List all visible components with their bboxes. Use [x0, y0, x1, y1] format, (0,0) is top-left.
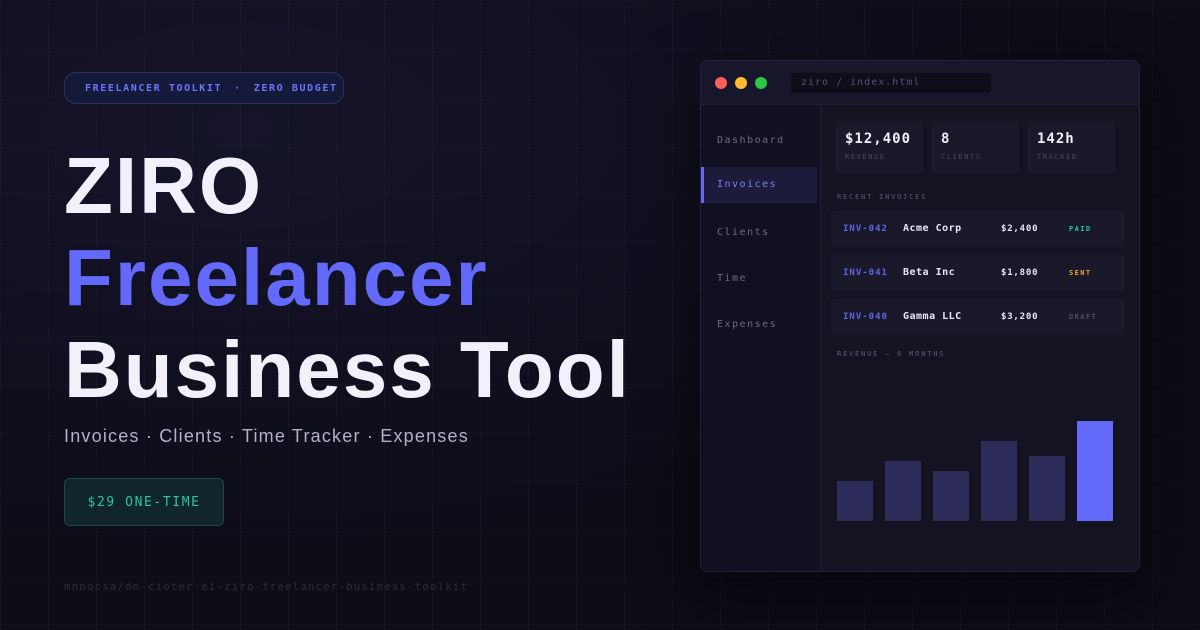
stat-label: REVENUE [845, 153, 886, 161]
sidebar-item-expenses[interactable]: Expenses [701, 307, 817, 343]
tag-separator: · [234, 82, 242, 94]
sidebar: Dashboard Invoices Clients Time Expenses [701, 105, 821, 571]
tag-right: ZERO BUDGET [253, 82, 338, 94]
invoice-amount: $2,400 [1001, 224, 1039, 234]
stat-label: CLIENTS [941, 153, 982, 161]
sidebar-item-time[interactable]: Time [701, 261, 817, 297]
revenue-bar [885, 461, 921, 521]
invoice-id: INV-041 [843, 268, 888, 278]
invoice-status-badge: SENT [1069, 269, 1092, 277]
title-line-3: Business Tool [64, 325, 631, 414]
invoice-row[interactable]: INV-042 Acme Corp $2,400 PAID [831, 211, 1125, 247]
invoice-client: Acme Corp [903, 223, 962, 234]
tag-pill: FREELANCER TOOLKIT · ZERO BUDGET [64, 72, 344, 104]
title-line-2: Freelancer [64, 233, 489, 322]
invoice-row[interactable]: INV-041 Beta Inc $1,800 SENT [831, 255, 1125, 291]
stat-label: TRACKED [1037, 153, 1078, 161]
dashboard-main: $12,400 REVENUE 8 CLIENTS 142h TRACKED R… [831, 105, 1139, 571]
invoice-amount: $3,200 [1001, 312, 1039, 322]
recent-invoices-heading: RECENT INVOICES [837, 193, 928, 201]
stat-card-tracked: 142h TRACKED [1027, 121, 1115, 173]
feature-list: Invoices · Clients · Time Tracker · Expe… [64, 426, 469, 446]
repo-path: mnnocsa/dm-cioter-ei-ziro-freelancer-bus… [64, 580, 468, 593]
stat-value: 8 [941, 131, 951, 147]
revenue-bar [1077, 421, 1113, 521]
hero-title: ZIRO Freelancer Business Tool [64, 140, 631, 416]
address-bar[interactable]: ziro / index.html [791, 73, 991, 93]
stat-card-revenue: $12,400 REVENUE [835, 121, 923, 173]
revenue-bar [1029, 456, 1065, 521]
invoice-status-badge: DRAFT [1069, 313, 1098, 321]
revenue-bar [933, 471, 969, 521]
title-line-1: ZIRO [64, 141, 264, 230]
revenue-chart-heading: REVENUE — 6 MONTHS [837, 350, 946, 358]
window-titlebar: ziro / index.html [701, 61, 1139, 105]
minimize-window-icon[interactable] [735, 77, 747, 89]
sidebar-item-dashboard[interactable]: Dashboard [701, 123, 817, 159]
sidebar-item-clients[interactable]: Clients [701, 215, 817, 251]
invoice-status-badge: PAID [1069, 225, 1092, 233]
invoice-id: INV-042 [843, 224, 888, 234]
maximize-window-icon[interactable] [755, 77, 767, 89]
price-button[interactable]: $29 ONE-TIME [64, 478, 224, 526]
revenue-bar [837, 481, 873, 521]
invoice-client: Gamma LLC [903, 311, 962, 322]
app-window: ziro / index.html Dashboard Invoices Cli… [700, 60, 1140, 572]
tag-left: FREELANCER TOOLKIT [85, 82, 223, 94]
close-window-icon[interactable] [715, 77, 727, 89]
invoice-id: INV-040 [843, 312, 888, 322]
stat-card-clients: 8 CLIENTS [931, 121, 1019, 173]
invoice-amount: $1,800 [1001, 268, 1039, 278]
stat-value: 142h [1037, 131, 1075, 147]
invoice-row[interactable]: INV-040 Gamma LLC $3,200 DRAFT [831, 299, 1125, 335]
stat-value: $12,400 [845, 131, 912, 147]
invoice-client: Beta Inc [903, 267, 956, 278]
revenue-bar [981, 441, 1017, 521]
revenue-bar-chart [837, 401, 1127, 521]
sidebar-item-invoices[interactable]: Invoices [701, 167, 817, 203]
